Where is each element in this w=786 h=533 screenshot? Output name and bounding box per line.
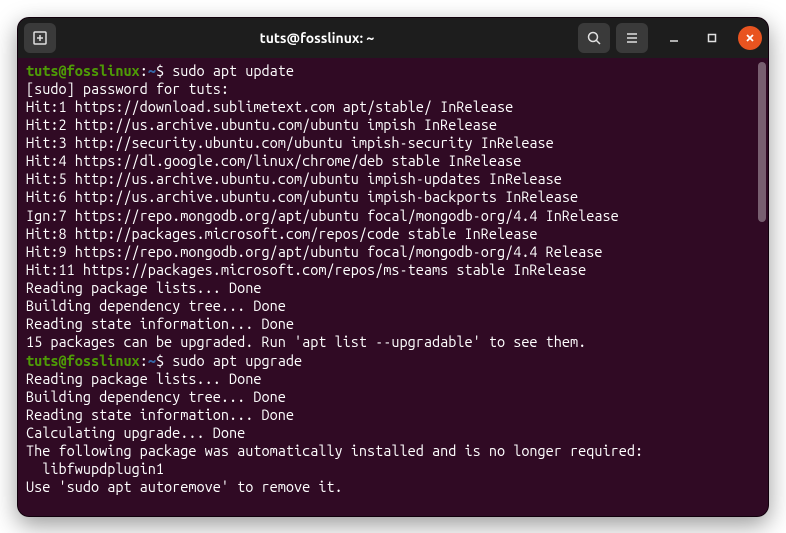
terminal-body[interactable]: tuts@fosslinux:~$ sudo apt update [sudo]…: [18, 58, 768, 516]
search-button[interactable]: [578, 23, 610, 53]
output-line: Reading package lists... Done: [26, 370, 760, 388]
output-line: Reading package lists... Done: [26, 279, 760, 297]
output-line: Use 'sudo apt autoremove' to remove it.: [26, 478, 760, 496]
output-line: Building dependency tree... Done: [26, 297, 760, 315]
prompt-user: tuts@fosslinux: [26, 62, 140, 79]
scrollbar-thumb[interactable]: [758, 62, 766, 222]
titlebar: tuts@fosslinux: ~: [18, 18, 768, 58]
output-line: libfwupdplugin1: [26, 460, 760, 478]
maximize-button[interactable]: [700, 26, 724, 50]
output-line: The following package was automatically …: [26, 442, 760, 460]
prompt-colon: :: [140, 352, 148, 369]
minimize-button[interactable]: [662, 26, 686, 50]
output-line: Reading state information... Done: [26, 315, 760, 333]
prompt-path: ~: [148, 352, 156, 369]
output-line: Hit:8 http://packages.microsoft.com/repo…: [26, 225, 760, 243]
close-button[interactable]: [738, 26, 762, 50]
output-line: Calculating upgrade... Done: [26, 424, 760, 442]
prompt-user: tuts@fosslinux: [26, 352, 140, 369]
output-line: Hit:6 http://us.archive.ubuntu.com/ubunt…: [26, 188, 760, 206]
new-tab-icon: [32, 30, 48, 46]
prompt-colon: :: [140, 62, 148, 79]
window-title: tuts@fosslinux: ~: [62, 30, 572, 46]
terminal-window: tuts@fosslinux: ~ tuts@fosslinux:~$ sudo…: [17, 17, 769, 517]
search-icon: [586, 30, 602, 46]
output-line: Hit:3 http://security.ubuntu.com/ubuntu …: [26, 134, 760, 152]
prompt-line: tuts@fosslinux:~$ sudo apt update: [26, 62, 760, 80]
maximize-icon: [706, 32, 718, 44]
close-icon: [744, 32, 756, 44]
command-text: sudo apt update: [172, 62, 294, 79]
output-line: Hit:5 http://us.archive.ubuntu.com/ubunt…: [26, 170, 760, 188]
command-text: sudo apt upgrade: [172, 352, 302, 369]
prompt-dollar: $: [156, 352, 172, 369]
output-line: Hit:11 https://packages.microsoft.com/re…: [26, 261, 760, 279]
hamburger-icon: [624, 30, 640, 46]
output-line: Ign:7 https://repo.mongodb.org/apt/ubunt…: [26, 207, 760, 225]
output-line: Hit:9 https://repo.mongodb.org/apt/ubunt…: [26, 243, 760, 261]
output-line: Reading state information... Done: [26, 406, 760, 424]
menu-button[interactable]: [616, 23, 648, 53]
output-line: Hit:1 https://download.sublimetext.com a…: [26, 98, 760, 116]
prompt-path: ~: [148, 62, 156, 79]
output-line: Hit:4 https://dl.google.com/linux/chrome…: [26, 152, 760, 170]
output-line: Hit:2 http://us.archive.ubuntu.com/ubunt…: [26, 116, 760, 134]
output-line: [sudo] password for tuts:: [26, 80, 760, 98]
prompt-line: tuts@fosslinux:~$ sudo apt upgrade: [26, 352, 760, 370]
output-line: Building dependency tree... Done: [26, 388, 760, 406]
minimize-icon: [668, 32, 680, 44]
output-line: 15 packages can be upgraded. Run 'apt li…: [26, 333, 760, 351]
new-tab-button[interactable]: [24, 23, 56, 53]
prompt-dollar: $: [156, 62, 172, 79]
